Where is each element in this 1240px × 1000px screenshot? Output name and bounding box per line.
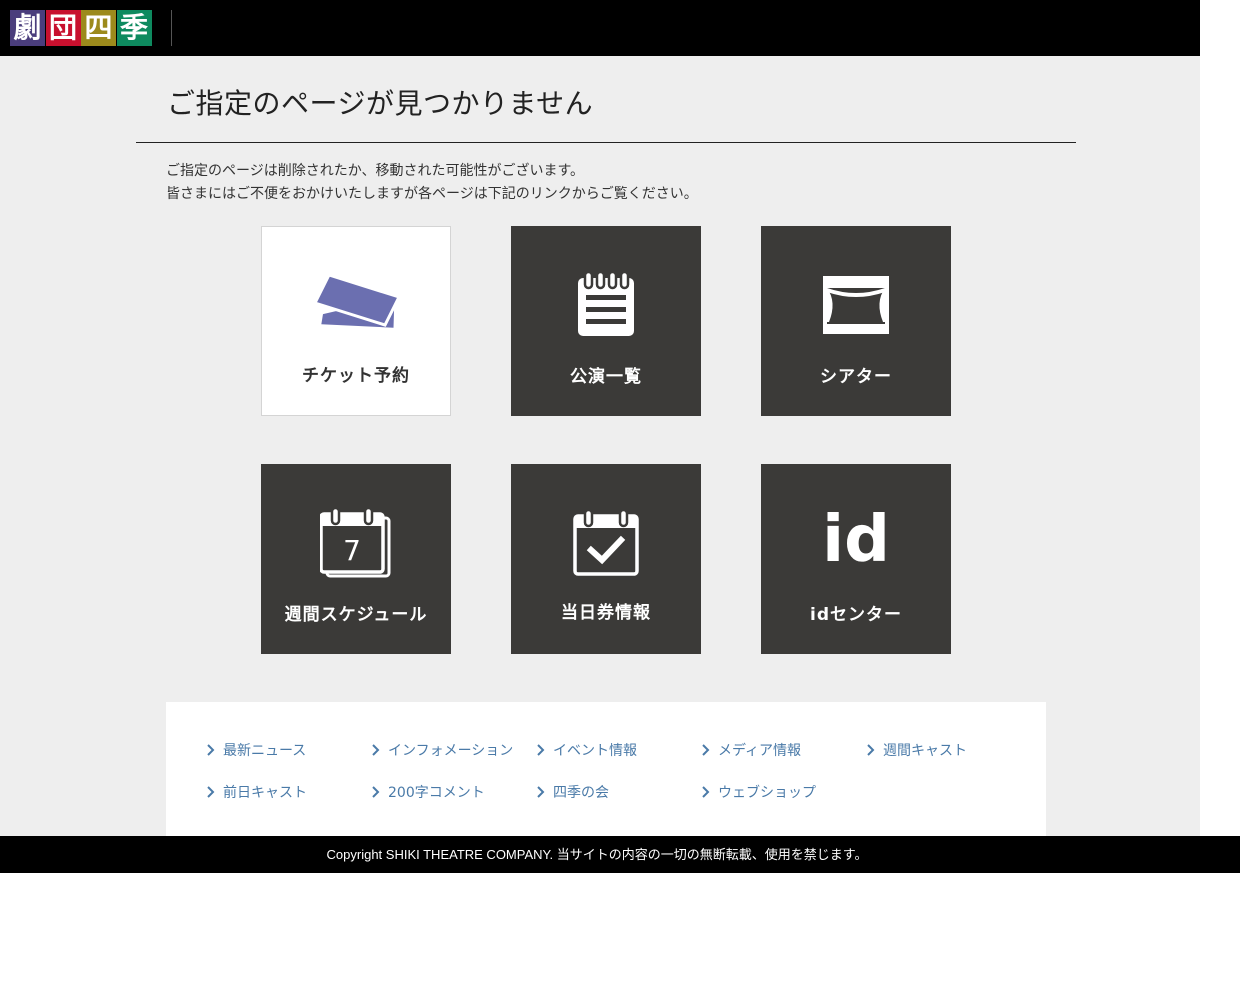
tile-theater[interactable]: シアター (761, 226, 951, 416)
tile-ticket-reservation[interactable]: チケット予約 (261, 226, 451, 416)
link-label: イベント情報 (553, 743, 637, 759)
chevron-right-icon (369, 785, 383, 799)
ticket-icon (311, 269, 402, 339)
stage-curtain-icon (823, 276, 889, 334)
header-divider (171, 10, 172, 46)
chevron-right-icon (204, 743, 218, 757)
calendar-day-number: 7 (343, 534, 361, 567)
link-shiki-club[interactable]: 四季の会 (534, 782, 609, 802)
link-previous-day-cast[interactable]: 前日キャスト (204, 782, 307, 802)
link-media-info[interactable]: メディア情報 (699, 740, 801, 760)
chevron-right-icon (534, 785, 548, 799)
link-label: メディア情報 (718, 743, 802, 759)
chevron-right-icon (699, 743, 713, 757)
link-label: 前日キャスト (223, 785, 307, 801)
tile-label: 公演一覧 (570, 367, 642, 387)
tile-label: シアター (820, 367, 892, 387)
tile-weekly-schedule[interactable]: 7 週間スケジュール (261, 464, 451, 654)
link-label: 200字コメント (388, 785, 485, 801)
tile-label: 当日券情報 (561, 603, 651, 623)
logo-char-4: 季 (116, 10, 152, 46)
link-event-info[interactable]: イベント情報 (534, 740, 637, 760)
top-bar: 劇 団 四 季 (0, 0, 1200, 56)
link-200-char-comment[interactable]: 200字コメント (369, 782, 485, 802)
page-description: ご指定のページは削除されたか、移動された可能性がございます。 皆さまにはご不便を… (166, 160, 698, 206)
quick-links: 最新ニュース インフォメーション イベント情報 メディア情報 週間キャスト 前日… (166, 702, 1046, 836)
calendar-7-icon: 7 (319, 506, 392, 578)
footer: Copyright SHIKI THEATRE COMPANY. 当サイトの内容… (0, 836, 1240, 873)
link-label: ウェブショップ (718, 785, 816, 801)
page-title: ご指定のページが見つかりません (167, 87, 594, 120)
logo-char-3: 四 (81, 10, 116, 46)
chevron-right-icon (369, 743, 383, 757)
tile-label: idセンター (810, 605, 902, 625)
tile-same-day-tickets[interactable]: 当日券情報 (511, 464, 701, 654)
site-logo[interactable]: 劇 団 四 季 (10, 10, 152, 46)
copyright-text: Copyright SHIKI THEATRE COMPANY. 当サイトの内容… (326, 847, 868, 862)
tile-id-center[interactable]: id idセンター (761, 464, 951, 654)
link-latest-news[interactable]: 最新ニュース (204, 740, 306, 760)
notepad-icon (576, 270, 636, 338)
chevron-right-icon (204, 785, 218, 799)
link-label: 週間キャスト (883, 743, 967, 759)
tile-label: 週間スケジュール (284, 605, 428, 625)
logo-char-1: 劇 (10, 10, 45, 46)
description-line-2: 皆さまにはご不便をおかけいたしますが各ページは下記のリンクからご覧ください。 (166, 186, 698, 202)
link-label: インフォメーション (388, 743, 514, 759)
logo-char-2: 団 (45, 10, 81, 46)
link-information[interactable]: インフォメーション (369, 740, 513, 760)
id-icon: id (822, 503, 890, 577)
calendar-check-icon (573, 508, 639, 576)
chevron-right-icon (534, 743, 548, 757)
title-divider (136, 142, 1076, 143)
description-line-1: ご指定のページは削除されたか、移動された可能性がございます。 (166, 163, 585, 179)
link-web-shop[interactable]: ウェブショップ (699, 782, 816, 802)
link-weekly-cast[interactable]: 週間キャスト (864, 740, 967, 760)
chevron-right-icon (699, 785, 713, 799)
chevron-right-icon (864, 743, 878, 757)
link-label: 四季の会 (553, 785, 609, 801)
link-label: 最新ニュース (223, 743, 307, 759)
tile-performance-list[interactable]: 公演一覧 (511, 226, 701, 416)
tile-label: チケット予約 (302, 366, 410, 386)
